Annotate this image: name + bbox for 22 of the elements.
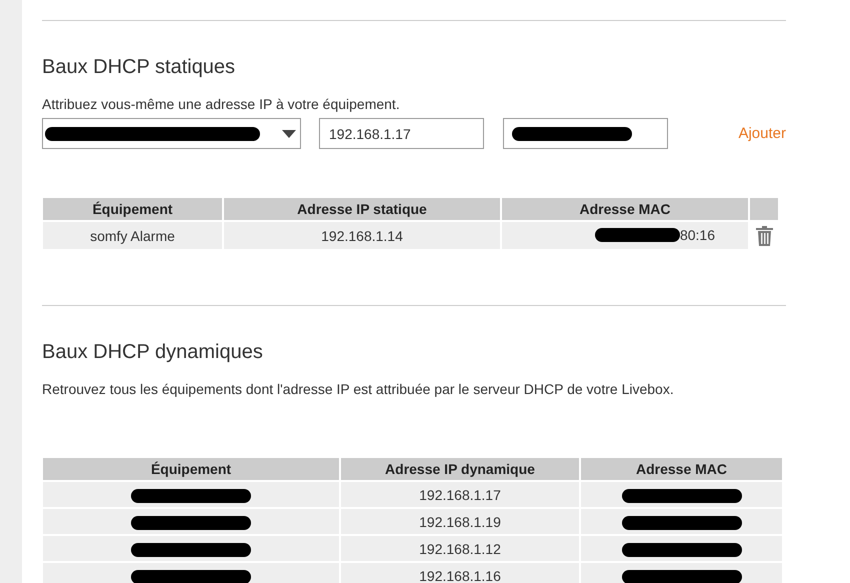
caret-icon (282, 130, 296, 138)
table-cell: 192.168.1.17 (341, 482, 579, 507)
column-header: Adresse MAC (581, 458, 782, 480)
column-header: Adresse IP dynamique (341, 458, 579, 480)
device-select[interactable] (42, 118, 301, 149)
column-header: Adresse MAC (502, 198, 748, 220)
column-header: Équipement (43, 458, 339, 480)
table-cell: 192.168.1.19 (341, 509, 579, 534)
section-title: Baux DHCP dynamiques (42, 340, 264, 364)
ip-field[interactable]: 192.168.1.17 (319, 118, 484, 149)
section-description: Retrouvez tous les équipements dont l'adresse IP est attribuée par le serveur DHCP de votre Livebox. (42, 380, 675, 398)
table-cell: 192.168.1.16 (341, 563, 579, 583)
section-title: Baux DHCP statiques (42, 55, 236, 79)
column-header: Adresse IP statique (224, 198, 500, 220)
table-cell: somfy Alarme (43, 222, 222, 249)
mac-field[interactable] (503, 118, 668, 149)
section-description: Attribuez vous-même une adresse IP à votre équipement. (42, 95, 401, 113)
trash-icon[interactable] (756, 226, 772, 246)
table-cell: 192.168.1.14 (224, 222, 500, 249)
column-header: Équipement (43, 198, 222, 220)
table-cell: 80:16 (680, 226, 716, 242)
table-cell: 192.168.1.12 (341, 536, 579, 561)
